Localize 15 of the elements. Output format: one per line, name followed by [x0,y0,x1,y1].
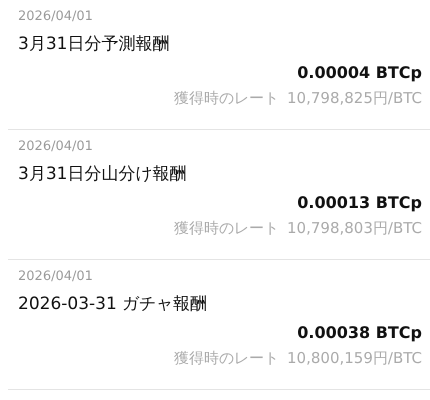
rate-label: 獲得時のレート [174,348,279,369]
reward-amount: 0.00038 BTCp [297,322,422,344]
rate-value: 10,798,803円/BTC [287,218,422,239]
rate-value: 10,800,159円/BTC [287,348,422,369]
rate-value: 10,798,825円/BTC [287,88,422,109]
reward-title: 3月31日分予測報酬 [18,33,170,56]
rate-label: 獲得時のレート [174,218,279,239]
reward-date: 2026/04/01 [18,8,94,26]
rate-label: 獲得時のレート [174,88,279,109]
reward-amount: 0.00013 BTCp [297,192,422,214]
reward-amount: 0.00004 BTCp [297,62,422,84]
reward-date: 2026/04/01 [18,138,94,156]
reward-date: 2026/04/01 [18,268,94,286]
reward-title: 3月31日分山分け報酬 [18,163,188,186]
reward-title: 2026-03-31 ガチャ報酬 [18,293,208,316]
